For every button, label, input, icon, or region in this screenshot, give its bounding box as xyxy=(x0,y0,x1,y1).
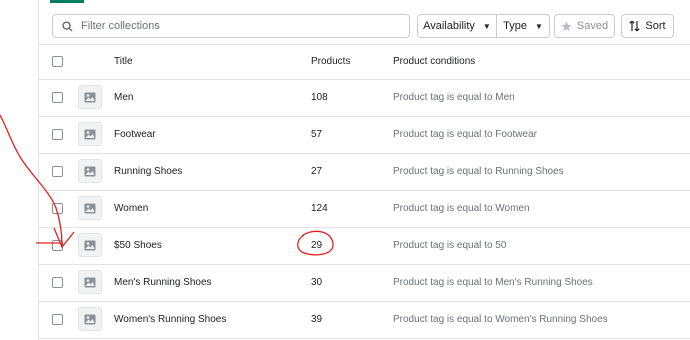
filter-toolbar: Availability ▼ Type ▼ Saved Sort xyxy=(52,14,690,40)
row-products: 57 xyxy=(311,129,323,140)
row-condition: Product tag is equal to Footwear xyxy=(393,129,537,140)
image-placeholder-icon xyxy=(78,159,102,183)
search-field[interactable] xyxy=(52,14,410,38)
row-condition: Product tag is equal to Running Shoes xyxy=(393,166,564,177)
sort-icon xyxy=(629,20,641,32)
type-label: Type xyxy=(503,20,527,32)
caret-down-icon: ▼ xyxy=(482,21,491,31)
row-condition: Product tag is equal to Men's Running Sh… xyxy=(393,277,593,288)
table-row[interactable]: $50 Shoes 29 Product tag is equal to 50 xyxy=(39,227,690,265)
image-placeholder-icon xyxy=(78,270,102,294)
availability-label: Availability xyxy=(423,20,475,32)
row-condition: Product tag is equal to Men xyxy=(393,92,515,103)
row-products: 27 xyxy=(311,166,323,177)
row-condition: Product tag is equal to Women xyxy=(393,203,530,214)
row-checkbox[interactable] xyxy=(52,129,63,140)
row-checkbox[interactable] xyxy=(52,314,63,325)
header-conditions: Product conditions xyxy=(393,56,476,67)
row-condition: Product tag is equal to 50 xyxy=(393,240,507,251)
table-header: Title Products Product conditions xyxy=(39,44,690,80)
active-tab-indicator xyxy=(50,0,84,3)
select-all-checkbox[interactable] xyxy=(52,56,63,67)
row-products: 124 xyxy=(311,203,328,214)
search-input[interactable] xyxy=(79,19,383,33)
saved-button[interactable]: Saved xyxy=(554,14,615,38)
row-checkbox[interactable] xyxy=(52,166,63,177)
row-checkbox[interactable] xyxy=(52,240,63,251)
saved-label: Saved xyxy=(576,20,609,32)
row-products: 29 xyxy=(311,240,323,251)
row-title[interactable]: Men xyxy=(114,92,133,103)
header-title[interactable]: Title xyxy=(114,56,133,67)
row-title[interactable]: Running Shoes xyxy=(114,166,182,177)
row-products: 108 xyxy=(311,92,328,103)
image-placeholder-icon xyxy=(78,122,102,146)
row-checkbox[interactable] xyxy=(52,203,63,214)
image-placeholder-icon xyxy=(78,196,102,220)
type-filter-button[interactable]: Type ▼ xyxy=(496,14,550,38)
availability-filter-button[interactable]: Availability ▼ xyxy=(417,14,497,38)
row-products: 39 xyxy=(311,314,323,325)
row-title[interactable]: $50 Shoes xyxy=(114,240,162,251)
image-placeholder-icon xyxy=(78,233,102,257)
table-row[interactable]: Women's Running Shoes 39 Product tag is … xyxy=(39,301,690,339)
table-row[interactable]: Running Shoes 27 Product tag is equal to… xyxy=(39,153,690,191)
table-row[interactable]: Footwear 57 Product tag is equal to Foot… xyxy=(39,116,690,154)
row-title[interactable]: Footwear xyxy=(114,129,156,140)
table-row[interactable]: Men 108 Product tag is equal to Men xyxy=(39,79,690,117)
row-products: 30 xyxy=(311,277,323,288)
caret-down-icon: ▼ xyxy=(534,21,543,31)
row-title[interactable]: Women xyxy=(114,203,148,214)
table-row[interactable]: Men's Running Shoes 30 Product tag is eq… xyxy=(39,264,690,302)
image-placeholder-icon xyxy=(78,85,102,109)
row-checkbox[interactable] xyxy=(52,92,63,103)
row-condition: Product tag is equal to Women's Running … xyxy=(393,314,608,325)
image-placeholder-icon xyxy=(78,307,102,331)
row-title[interactable]: Women's Running Shoes xyxy=(114,314,226,325)
table-row[interactable]: Women 124 Product tag is equal to Women xyxy=(39,190,690,228)
row-title[interactable]: Men's Running Shoes xyxy=(114,277,212,288)
star-icon xyxy=(561,20,572,31)
search-icon xyxy=(62,20,73,32)
header-products[interactable]: Products xyxy=(311,56,350,67)
sort-label: Sort xyxy=(645,20,666,32)
row-checkbox[interactable] xyxy=(52,277,63,288)
sort-button[interactable]: Sort xyxy=(621,14,674,38)
